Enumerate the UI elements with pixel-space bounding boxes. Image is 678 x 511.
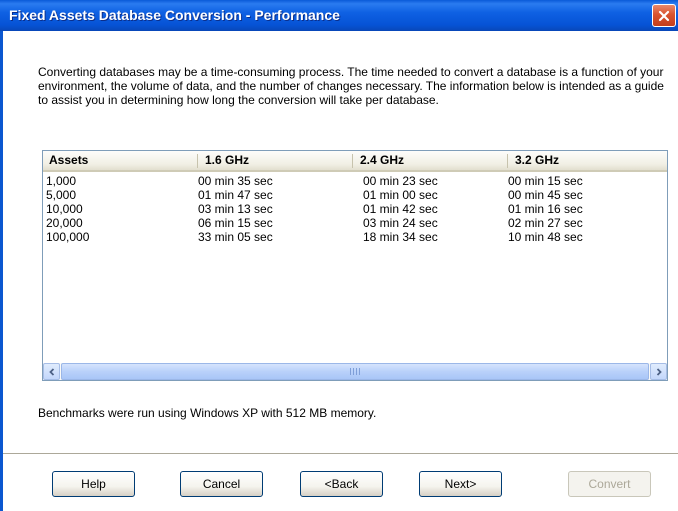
scroll-left-icon — [48, 367, 54, 376]
table-body: 1,000 00 min 35 sec 00 min 23 sec 00 min… — [43, 174, 667, 244]
cell-1-6ghz: 01 min 47 sec — [198, 188, 273, 202]
scroll-left-button[interactable] — [43, 363, 60, 380]
column-header-assets[interactable]: Assets — [43, 151, 197, 170]
table-row[interactable]: 100,000 33 min 05 sec 18 min 34 sec 10 m… — [43, 230, 667, 244]
intro-text: Converting databases may be a time-consu… — [38, 65, 664, 107]
column-divider[interactable] — [352, 154, 353, 168]
cell-assets: 100,000 — [46, 230, 90, 244]
cell-3-2ghz: 00 min 45 sec — [508, 188, 583, 202]
title-bar[interactable]: Fixed Assets Database Conversion - Perfo… — [0, 0, 678, 31]
cell-1-6ghz: 33 min 05 sec — [198, 230, 273, 244]
table-row[interactable]: 20,000 06 min 15 sec 03 min 24 sec 02 mi… — [43, 216, 667, 230]
table-header: Assets 1.6 GHz 2.4 GHz 3.2 GHz — [43, 151, 667, 172]
cell-2-4ghz: 00 min 23 sec — [363, 174, 438, 188]
cell-3-2ghz: 10 min 48 sec — [508, 230, 583, 244]
column-header-3-2ghz[interactable]: 3.2 GHz — [509, 151, 667, 170]
cell-assets: 20,000 — [46, 216, 83, 230]
separator — [3, 453, 678, 455]
cell-2-4ghz: 01 min 42 sec — [363, 202, 438, 216]
grip-icon — [350, 368, 360, 375]
cell-3-2ghz: 02 min 27 sec — [508, 216, 583, 230]
benchmark-note: Benchmarks were run using Windows XP wit… — [38, 406, 377, 420]
convert-button[interactable]: Convert — [568, 471, 651, 497]
scroll-right-icon — [656, 367, 662, 376]
cell-1-6ghz: 06 min 15 sec — [198, 216, 273, 230]
column-divider[interactable] — [197, 154, 198, 168]
table-row[interactable]: 1,000 00 min 35 sec 00 min 23 sec 00 min… — [43, 174, 667, 188]
next-button[interactable]: Next> — [419, 471, 502, 497]
help-button[interactable]: Help — [52, 471, 135, 497]
scrollbar-thumb[interactable] — [61, 363, 649, 380]
cell-3-2ghz: 00 min 15 sec — [508, 174, 583, 188]
performance-table[interactable]: Assets 1.6 GHz 2.4 GHz 3.2 GHz 1,000 00 … — [42, 150, 668, 381]
table-row[interactable]: 10,000 03 min 13 sec 01 min 42 sec 01 mi… — [43, 202, 667, 216]
cell-1-6ghz: 00 min 35 sec — [198, 174, 273, 188]
window-title: Fixed Assets Database Conversion - Perfo… — [9, 7, 340, 23]
table-row[interactable]: 5,000 01 min 47 sec 01 min 00 sec 00 min… — [43, 188, 667, 202]
column-header-2-4ghz[interactable]: 2.4 GHz — [354, 151, 507, 170]
column-header-1-6ghz[interactable]: 1.6 GHz — [199, 151, 352, 170]
cell-assets: 1,000 — [46, 174, 77, 188]
horizontal-scrollbar[interactable] — [43, 363, 667, 380]
scroll-right-button[interactable] — [650, 363, 667, 380]
cancel-button[interactable]: Cancel — [180, 471, 263, 497]
close-button[interactable] — [652, 4, 676, 27]
cell-2-4ghz: 01 min 00 sec — [363, 188, 438, 202]
cell-3-2ghz: 01 min 16 sec — [508, 202, 583, 216]
cell-2-4ghz: 18 min 34 sec — [363, 230, 438, 244]
cell-assets: 5,000 — [46, 188, 77, 202]
back-button[interactable]: <Back — [300, 471, 383, 497]
cell-2-4ghz: 03 min 24 sec — [363, 216, 438, 230]
cell-assets: 10,000 — [46, 202, 83, 216]
cell-1-6ghz: 03 min 13 sec — [198, 202, 273, 216]
close-icon — [658, 10, 670, 21]
column-divider[interactable] — [507, 154, 508, 168]
